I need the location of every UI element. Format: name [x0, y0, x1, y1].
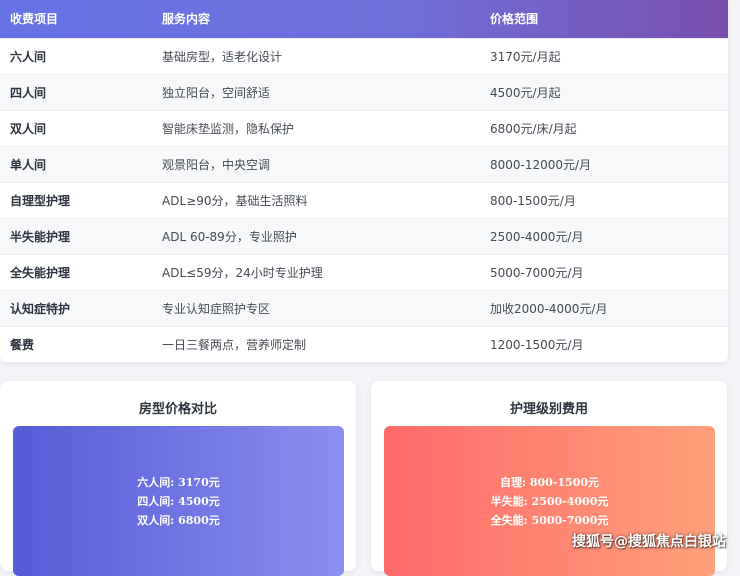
care-fee-line: 全失能: 5000-7000元: [490, 514, 609, 527]
table-row: 半失能护理 ADL 60-89分，专业照护 2500-4000元/月: [0, 218, 728, 254]
room-price-line: 四人间: 4500元: [137, 495, 220, 508]
cell-price: 2500-4000元/月: [490, 229, 584, 244]
cell-service: 观景阳台，中央空调: [162, 157, 271, 172]
watermark: 搜狐号@搜狐焦点白银站: [572, 534, 726, 550]
care-fee-line: 半失能: 2500-4000元: [490, 495, 609, 508]
cell-item: 六人间: [10, 49, 47, 64]
cell-service: 一日三餐两点，营养师定制: [162, 337, 307, 352]
cell-price: 3170元/月起: [490, 49, 561, 64]
cell-service: 独立阳台，空间舒适: [162, 85, 271, 100]
room-price-line: 双人间: 6800元: [137, 514, 220, 527]
table-row: 自理型护理 ADL≥90分，基础生活照料 800-1500元/月: [0, 182, 728, 218]
cell-item: 认知症特护: [10, 301, 71, 316]
care-fee-line: 自理: 800-1500元: [499, 476, 600, 489]
table-header-row: 收费项目 服务内容 价格范围: [0, 0, 728, 38]
care-fee-title: 护理级别费用: [509, 402, 588, 417]
table-row: 双人间 智能床垫监测，隐私保护 6800元/床/月起: [0, 110, 728, 146]
care-fee-box: 自理: 800-1500元 半失能: 2500-4000元 全失能: 5000-…: [384, 426, 715, 576]
cell-price: 6800元/床/月起: [490, 121, 577, 136]
cell-price: 1200-1500元/月: [490, 337, 584, 352]
room-price-line: 六人间: 3170元: [137, 476, 220, 489]
table-row: 四人间 独立阳台，空间舒适 4500元/月起: [0, 74, 728, 110]
room-price-panel: 房型价格对比 六人间: 3170元 四人间: 4500元 双人间: 6800元: [0, 381, 356, 576]
table-row: 餐费 一日三餐两点，营养师定制 1200-1500元/月: [0, 326, 728, 362]
table-row: 认知症特护 专业认知症照护专区 加收2000-4000元/月: [0, 290, 728, 326]
table-row: 六人间 基础房型，适老化设计 3170元/月起: [0, 38, 728, 74]
cell-service: ADL≤59分，24小时专业护理: [162, 265, 323, 280]
cell-service: 专业认知症照护专区: [162, 301, 271, 316]
header-fee-item: 收费项目: [10, 12, 59, 27]
cell-service: 智能床垫监测，隐私保护: [162, 121, 295, 136]
cell-service: ADL≥90分，基础生活照料: [162, 193, 308, 208]
cell-item: 餐费: [10, 337, 35, 352]
cell-price: 加收2000-4000元/月: [490, 301, 608, 316]
cell-item: 全失能护理: [10, 265, 71, 280]
fee-table-card: 收费项目 服务内容 价格范围 六人间 基础房型，适老化设计 3170元/月起 四…: [0, 0, 728, 362]
cell-price: 8000-12000元/月: [490, 157, 592, 172]
cell-item: 半失能护理: [10, 229, 71, 244]
table-row: 全失能护理 ADL≤59分，24小时专业护理 5000-7000元/月: [0, 254, 728, 290]
header-price: 价格范围: [490, 12, 539, 27]
cell-item: 自理型护理: [10, 193, 71, 208]
cell-item: 四人间: [10, 85, 47, 100]
room-price-title: 房型价格对比: [138, 402, 217, 417]
fee-table: 收费项目 服务内容 价格范围 六人间 基础房型，适老化设计 3170元/月起 四…: [0, 0, 728, 362]
header-service: 服务内容: [162, 12, 211, 27]
cell-item: 双人间: [10, 121, 47, 136]
cell-service: ADL 60-89分，专业照护: [162, 229, 297, 244]
room-price-box: 六人间: 3170元 四人间: 4500元 双人间: 6800元: [13, 426, 344, 576]
cell-price: 5000-7000元/月: [490, 265, 584, 280]
table-row: 单人间 观景阳台，中央空调 8000-12000元/月: [0, 146, 728, 182]
cell-service: 基础房型，适老化设计: [162, 49, 283, 64]
cell-price: 800-1500元/月: [490, 193, 576, 208]
cell-price: 4500元/月起: [490, 85, 561, 100]
cell-item: 单人间: [10, 157, 47, 172]
